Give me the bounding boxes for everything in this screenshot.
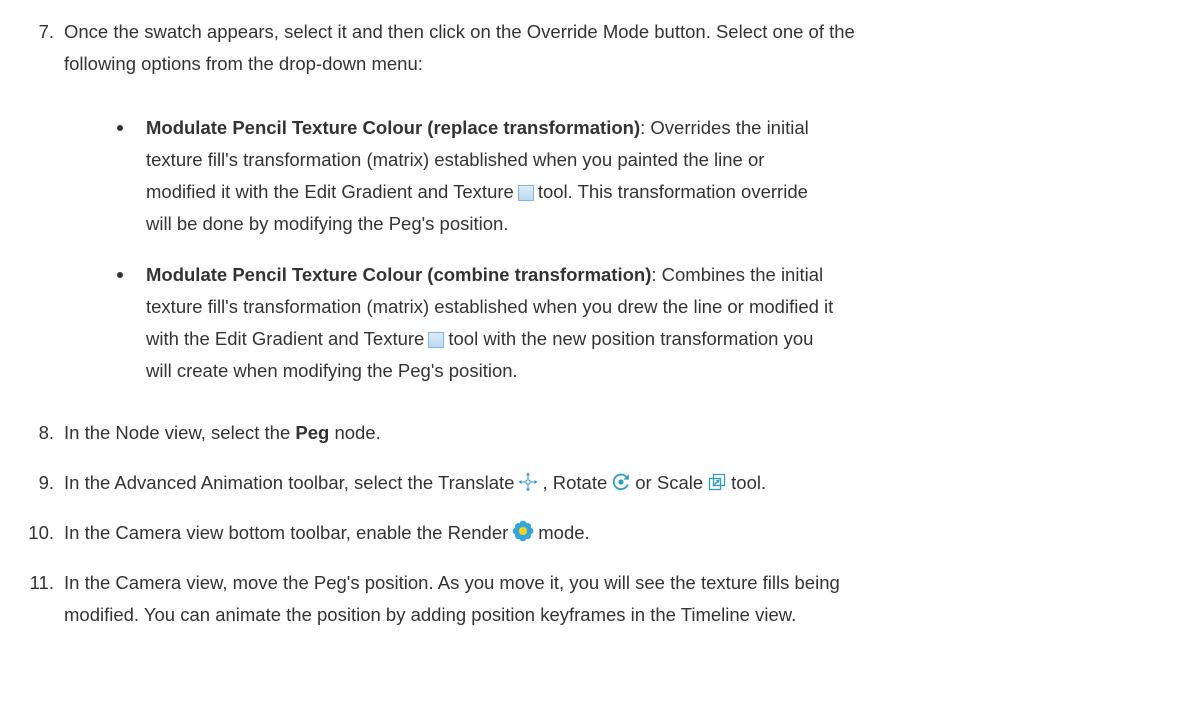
bullet-text-segment: with the Edit Gradient and Texture [146, 328, 425, 349]
bullet-text: modified it with the Edit Gradient and T… [146, 176, 1006, 208]
scale-icon [707, 470, 727, 502]
step-text-line: following options from the drop-down men… [64, 53, 423, 74]
option-title: Modulate Pencil Texture Colour (replace … [146, 117, 641, 138]
step-text: In the Advanced Animation toolbar, selec… [64, 467, 1194, 502]
step-number: 11. [29, 572, 54, 593]
step-text-segment: , Rotate [542, 472, 608, 493]
bullet-text-segment: : Combines the initial [651, 264, 824, 285]
bullet-text: Modulate Pencil Texture Colour (replace … [146, 112, 1006, 144]
step-text-segment: In the Advanced Animation toolbar, selec… [64, 472, 515, 493]
step-number: 8. [38, 422, 54, 443]
step-text-segment: In the Node view, select the [64, 422, 291, 443]
render-icon [512, 520, 534, 552]
translate-icon [518, 470, 538, 502]
step-number: 7. [38, 21, 54, 42]
option-title: Modulate Pencil Texture Colour (combine … [146, 264, 652, 285]
bullet-text: will be done by modifying the Peg's posi… [146, 213, 509, 234]
bullet-text: with the Edit Gradient and Texture tool w… [146, 323, 1006, 355]
rotate-icon [611, 470, 631, 502]
bullet-text: texture fill's transformation (matrix) e… [146, 149, 765, 170]
bullet-text: will create when modifying the Peg's pos… [146, 360, 518, 381]
step-text-segment: or Scale [635, 472, 704, 493]
bullet-text-segment: tool. This transformation override [537, 181, 808, 202]
step-text-segment: tool. [731, 472, 767, 493]
step-text: In the Node view, select the Peg node. [64, 417, 1194, 449]
bullet-text: Modulate Pencil Texture Colour (combine … [146, 259, 1006, 291]
swatch-icon [428, 332, 445, 348]
bullet-text-segment: : Overrides the initial [640, 117, 809, 138]
step-text-line: Once the swatch appears, select it and t… [64, 21, 855, 42]
bullet-text: texture fill's transformation (matrix) e… [146, 296, 834, 317]
step-text: In the Camera view bottom toolbar, enabl… [64, 517, 1194, 552]
swatch-icon [517, 185, 534, 201]
step-text-segment: node. [334, 422, 381, 443]
bullet-text-segment: tool with the new position transformatio… [448, 328, 814, 349]
step-text-line: modified. You can animate the position b… [64, 604, 797, 625]
bullet-dot [117, 272, 123, 278]
step-text-segment: mode. [538, 522, 590, 543]
bullet-dot [117, 125, 123, 131]
peg-term: Peg [295, 422, 330, 443]
step-number: 9. [38, 472, 54, 493]
bullet-text-segment: modified it with the Edit Gradient and T… [146, 181, 514, 202]
step-text-segment: In the Camera view bottom toolbar, enabl… [64, 522, 509, 543]
step-number: 10. [28, 522, 54, 543]
step-text-line: In the Camera view, move the Peg's posit… [64, 572, 840, 593]
